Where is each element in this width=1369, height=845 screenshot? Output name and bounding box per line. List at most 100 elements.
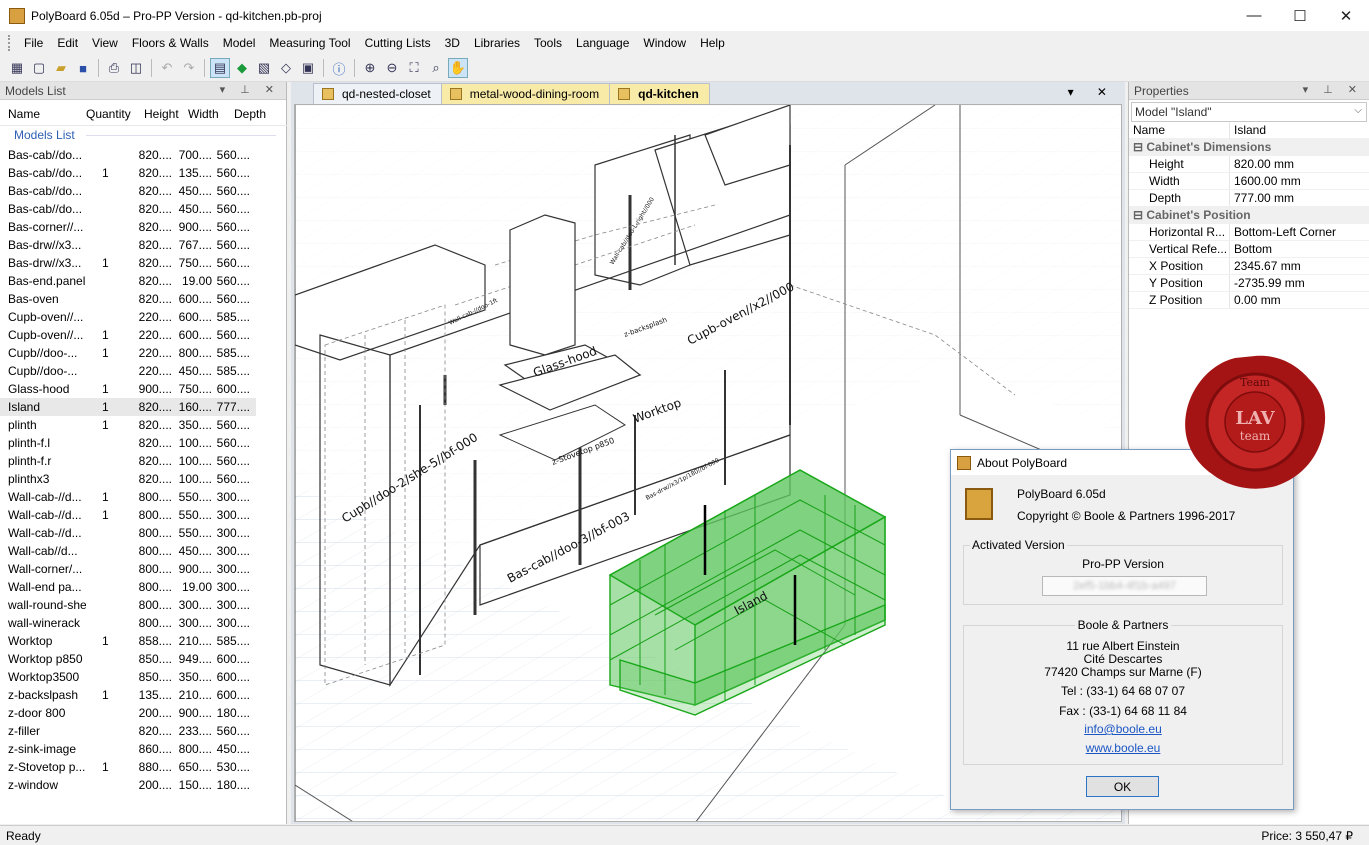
zoom-out-icon[interactable]: ⊖ bbox=[382, 58, 402, 78]
wireframe-icon[interactable]: ◇ bbox=[276, 58, 296, 78]
pan-hand-icon[interactable]: ✋ bbox=[448, 58, 468, 78]
model-row[interactable]: Worktop3500 850.... 350.... 600.... bbox=[0, 668, 256, 686]
prop-row-depth[interactable]: Depth 777.00 mm bbox=[1129, 190, 1369, 207]
model-row[interactable]: Cupb//doo-... 1 220.... 800.... 585.... bbox=[0, 344, 256, 362]
zoom-in-icon[interactable]: ⊕ bbox=[360, 58, 380, 78]
print-icon[interactable]: ⎙ bbox=[104, 58, 124, 78]
prop-row-vertical-ref[interactable]: Vertical Refe... Bottom bbox=[1129, 241, 1369, 258]
menu-tools[interactable]: Tools bbox=[527, 36, 569, 50]
model-row[interactable]: z-backslpash 1 135.... 210.... 600.... bbox=[0, 686, 256, 704]
email-link[interactable]: info@boole.eu bbox=[1084, 722, 1162, 736]
undo-icon[interactable]: ↶ bbox=[157, 58, 177, 78]
model-row[interactable]: plinth-f.r 820.... 100.... 560.... bbox=[0, 452, 256, 470]
print-preview-icon[interactable]: ◫ bbox=[126, 58, 146, 78]
menu-libraries[interactable]: Libraries bbox=[467, 36, 527, 50]
model-row[interactable]: Bas-corner//... 820.... 900.... 560.... bbox=[0, 218, 256, 236]
prop-category-dimensions[interactable]: ⊟ Cabinet's Dimensions bbox=[1129, 139, 1369, 156]
redo-icon[interactable]: ↷ bbox=[179, 58, 199, 78]
model-cell-qty: 1 bbox=[102, 760, 109, 774]
model-row[interactable]: Bas-oven 820.... 600.... 560.... bbox=[0, 290, 256, 308]
model-selector[interactable]: Model "Island" ⌵ bbox=[1131, 102, 1367, 122]
prop-category-position[interactable]: ⊟ Cabinet's Position bbox=[1129, 207, 1369, 224]
properties-view-icon[interactable]: ▤ bbox=[210, 58, 230, 78]
model-row[interactable]: plinth-f.l 820.... 100.... 560.... bbox=[0, 434, 256, 452]
model-row[interactable]: Cupb-oven//... 220.... 600.... 585.... bbox=[0, 308, 256, 326]
menu-model[interactable]: Model bbox=[216, 36, 263, 50]
save-icon[interactable]: ■ bbox=[73, 58, 93, 78]
menu-measuring-tool[interactable]: Measuring Tool bbox=[262, 36, 357, 50]
model-cell-h: 820.... bbox=[138, 256, 172, 270]
model-row[interactable]: Wall-cab-//d... 1 800.... 550.... 300.... bbox=[0, 488, 256, 506]
prop-row-y-position[interactable]: Y Position -2735.99 mm bbox=[1129, 275, 1369, 292]
2d-view-icon[interactable]: ▧ bbox=[254, 58, 274, 78]
ok-button[interactable]: OK bbox=[1086, 776, 1159, 797]
menu-view[interactable]: View bbox=[85, 36, 125, 50]
box-view-icon[interactable]: ▣ bbox=[298, 58, 318, 78]
col-quantity[interactable]: Quantity bbox=[86, 102, 136, 125]
close-button[interactable]: ✕ bbox=[1323, 0, 1369, 31]
model-row[interactable]: Wall-cab-//d... 800.... 550.... 300.... bbox=[0, 524, 256, 542]
menu-language[interactable]: Language bbox=[569, 36, 636, 50]
model-row[interactable]: Worktop 1 858.... 210.... 585.... bbox=[0, 632, 256, 650]
model-row[interactable]: Bas-cab//do... 1 820.... 135.... 560.... bbox=[0, 164, 256, 182]
col-name[interactable]: Name bbox=[0, 102, 86, 125]
panel-controls[interactable]: ▾ ⊥ ✕ bbox=[1303, 83, 1363, 96]
prop-row-name[interactable]: Name Island bbox=[1129, 122, 1369, 139]
tab-qd-nested-closet[interactable]: qd-nested-closet bbox=[313, 83, 442, 104]
minimize-button[interactable]: — bbox=[1231, 0, 1277, 31]
model-cell-qty bbox=[86, 236, 136, 254]
menu-cutting-lists[interactable]: Cutting Lists bbox=[358, 36, 438, 50]
model-row[interactable]: z-window 200.... 150.... 180.... bbox=[0, 776, 256, 794]
tab-metal-wood-dining-room[interactable]: metal-wood-dining-room bbox=[440, 83, 611, 104]
3d-view-icon[interactable]: ◆ bbox=[232, 58, 252, 78]
menu-window[interactable]: Window bbox=[636, 36, 693, 50]
model-row[interactable]: z-filler 820.... 233.... 560.... bbox=[0, 722, 256, 740]
prop-row-height[interactable]: Height 820.00 mm bbox=[1129, 156, 1369, 173]
col-depth[interactable]: Depth bbox=[226, 102, 276, 125]
menu-floors-walls[interactable]: Floors & Walls bbox=[125, 36, 216, 50]
model-row[interactable]: Bas-drw//x3... 820.... 767.... 560.... bbox=[0, 236, 256, 254]
menu-file[interactable]: File bbox=[17, 36, 50, 50]
model-row[interactable]: z-Stovetop p... 1 880.... 650.... 530.... bbox=[0, 758, 256, 776]
menu-3d[interactable]: 3D bbox=[438, 36, 467, 50]
new-file-icon[interactable]: ▢ bbox=[29, 58, 49, 78]
prop-row-x-position[interactable]: X Position 2345.67 mm bbox=[1129, 258, 1369, 275]
panel-controls[interactable]: ▾ ⊥ ✕ bbox=[220, 83, 280, 96]
zoom-extents-icon[interactable]: ⛶ bbox=[404, 58, 424, 78]
model-row[interactable]: Wall-cab-//d... 1 800.... 550.... 300.... bbox=[0, 506, 256, 524]
new-project-icon[interactable]: ▦ bbox=[7, 58, 27, 78]
model-row[interactable]: plinthx3 820.... 100.... 560.... bbox=[0, 470, 256, 488]
model-row[interactable]: Bas-cab//do... 820.... 700.... 560.... bbox=[0, 146, 256, 164]
model-row[interactable]: Glass-hood 1 900.... 750.... 600.... bbox=[0, 380, 256, 398]
model-row[interactable]: Cupb//doo-... 220.... 450.... 585.... bbox=[0, 362, 256, 380]
model-row[interactable]: Bas-end.panel 820.... 19.00 560.... bbox=[0, 272, 256, 290]
website-link[interactable]: www.boole.eu bbox=[1086, 741, 1161, 755]
model-row[interactable]: plinth 1 820.... 350.... 560.... bbox=[0, 416, 256, 434]
prop-row-horizontal-ref[interactable]: Horizontal R... Bottom-Left Corner bbox=[1129, 224, 1369, 241]
model-row[interactable]: Bas-cab//do... 820.... 450.... 560.... bbox=[0, 182, 256, 200]
model-row[interactable]: Island 1 820.... 160.... 777.... bbox=[0, 398, 256, 416]
model-row[interactable]: Bas-cab//do... 820.... 450.... 560.... bbox=[0, 200, 256, 218]
model-row[interactable]: Wall-end pa... 800.... 19.00 300.... bbox=[0, 578, 256, 596]
model-row[interactable]: Wall-corner/... 800.... 900.... 300.... bbox=[0, 560, 256, 578]
model-row[interactable]: Worktop p850 850.... 949.... 600.... bbox=[0, 650, 256, 668]
tab-controls[interactable]: ▾ ✕ bbox=[1068, 85, 1117, 99]
prop-row-width[interactable]: Width 1600.00 mm bbox=[1129, 173, 1369, 190]
model-row[interactable]: wall-winerack 800.... 300.... 300.... bbox=[0, 614, 256, 632]
model-row[interactable]: Wall-cab//d... 800.... 450.... 300.... bbox=[0, 542, 256, 560]
menu-edit[interactable]: Edit bbox=[50, 36, 85, 50]
model-row[interactable]: wall-round-she 800.... 300.... 300.... bbox=[0, 596, 256, 614]
model-row[interactable]: z-door 800 200.... 900.... 180.... bbox=[0, 704, 256, 722]
menu-help[interactable]: Help bbox=[693, 36, 732, 50]
zoom-window-icon[interactable]: ⌕ bbox=[426, 58, 446, 78]
model-row[interactable]: z-sink-image 860.... 800.... 450.... bbox=[0, 740, 256, 758]
col-height[interactable]: Height bbox=[136, 102, 180, 125]
prop-row-z-position[interactable]: Z Position 0.00 mm bbox=[1129, 292, 1369, 309]
tab-qd-kitchen[interactable]: qd-kitchen bbox=[609, 83, 710, 104]
model-row[interactable]: Bas-drw//x3... 1 820.... 750.... 560.... bbox=[0, 254, 256, 272]
open-folder-icon[interactable]: ▰ bbox=[51, 58, 71, 78]
col-width[interactable]: Width bbox=[180, 102, 226, 125]
maximize-button[interactable]: ☐ bbox=[1277, 0, 1323, 31]
info-icon[interactable]: ⓘ bbox=[329, 58, 349, 78]
model-row[interactable]: Cupb-oven//... 1 220.... 600.... 560.... bbox=[0, 326, 256, 344]
